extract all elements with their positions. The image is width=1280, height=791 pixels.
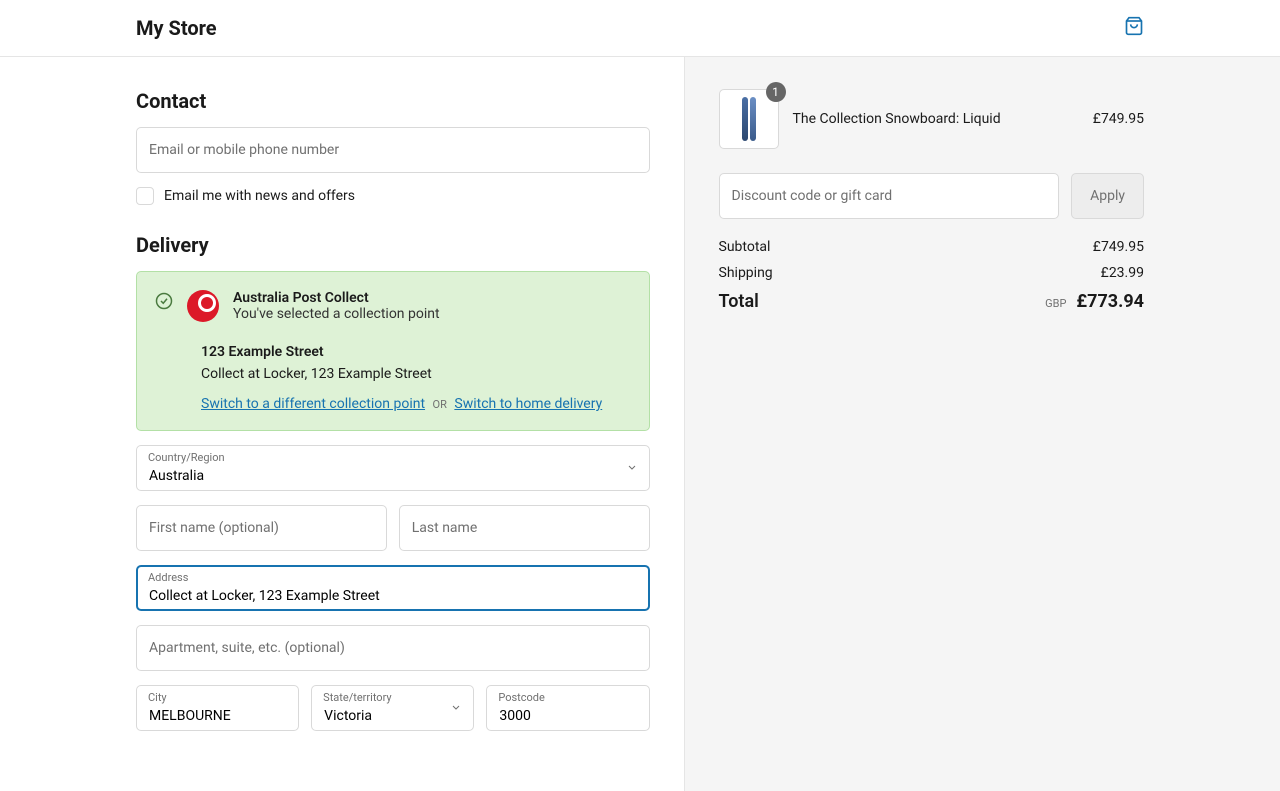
shipping-value: £23.99 (1101, 265, 1144, 281)
delivery-section: Delivery Australia Post Collect You've s… (136, 233, 650, 731)
contact-section: Contact Email me with news and offers (136, 89, 650, 205)
collect-addr-sub: Collect at Locker, 123 Example Street (201, 366, 631, 382)
email-field[interactable] (136, 127, 650, 173)
address-field[interactable] (136, 565, 650, 611)
newsletter-row[interactable]: Email me with news and offers (136, 187, 650, 205)
checkout-form: Contact Email me with news and offers De… (0, 57, 684, 791)
collect-addr-title: 123 Example Street (201, 344, 631, 360)
shipping-row: Shipping £23.99 (719, 265, 1144, 281)
total-value: £773.94 (1076, 291, 1144, 312)
subtotal-row: Subtotal £749.95 (719, 239, 1144, 255)
postcode-label: Postcode (498, 691, 545, 704)
collect-title: Australia Post Collect (233, 290, 440, 306)
delivery-heading: Delivery (136, 233, 650, 257)
or-text: OR (433, 398, 447, 411)
check-circle-icon (155, 292, 173, 314)
product-name: The Collection Snowboard: Liquid (793, 111, 1079, 127)
apply-button[interactable]: Apply (1071, 173, 1144, 219)
address-label: Address (148, 571, 188, 584)
switch-point-link[interactable]: Switch to a different collection point (201, 396, 425, 412)
country-label: Country/Region (148, 451, 225, 464)
cart-item: 1 The Collection Snowboard: Liquid £749.… (719, 89, 1144, 149)
city-label: City (148, 691, 167, 704)
collect-box: Australia Post Collect You've selected a… (136, 271, 650, 431)
currency-code: GBP (1045, 297, 1066, 310)
shipping-label: Shipping (719, 265, 773, 281)
subtotal-label: Subtotal (719, 239, 771, 255)
store-title: My Store (136, 16, 217, 40)
total-row: Total GBP £773.94 (719, 291, 1144, 312)
subtotal-value: £749.95 (1093, 239, 1144, 255)
newsletter-checkbox[interactable] (136, 187, 154, 205)
apartment-field[interactable] (136, 625, 650, 671)
qty-badge: 1 (766, 82, 786, 102)
product-thumbnail: 1 (719, 89, 779, 149)
product-price: £749.95 (1093, 111, 1144, 127)
main: Contact Email me with news and offers De… (0, 57, 1280, 791)
switch-home-link[interactable]: Switch to home delivery (454, 396, 602, 412)
order-summary: 1 The Collection Snowboard: Liquid £749.… (684, 57, 1280, 791)
contact-heading: Contact (136, 89, 650, 113)
cart-icon[interactable] (1124, 16, 1144, 40)
state-label: State/territory (323, 691, 391, 704)
first-name-field[interactable] (136, 505, 387, 551)
collect-subtitle: You've selected a collection point (233, 306, 440, 322)
header: My Store (0, 0, 1280, 57)
auspost-logo-icon (187, 290, 219, 322)
last-name-field[interactable] (399, 505, 650, 551)
newsletter-label: Email me with news and offers (164, 188, 355, 204)
discount-field[interactable] (719, 173, 1060, 219)
total-label: Total (719, 291, 759, 312)
